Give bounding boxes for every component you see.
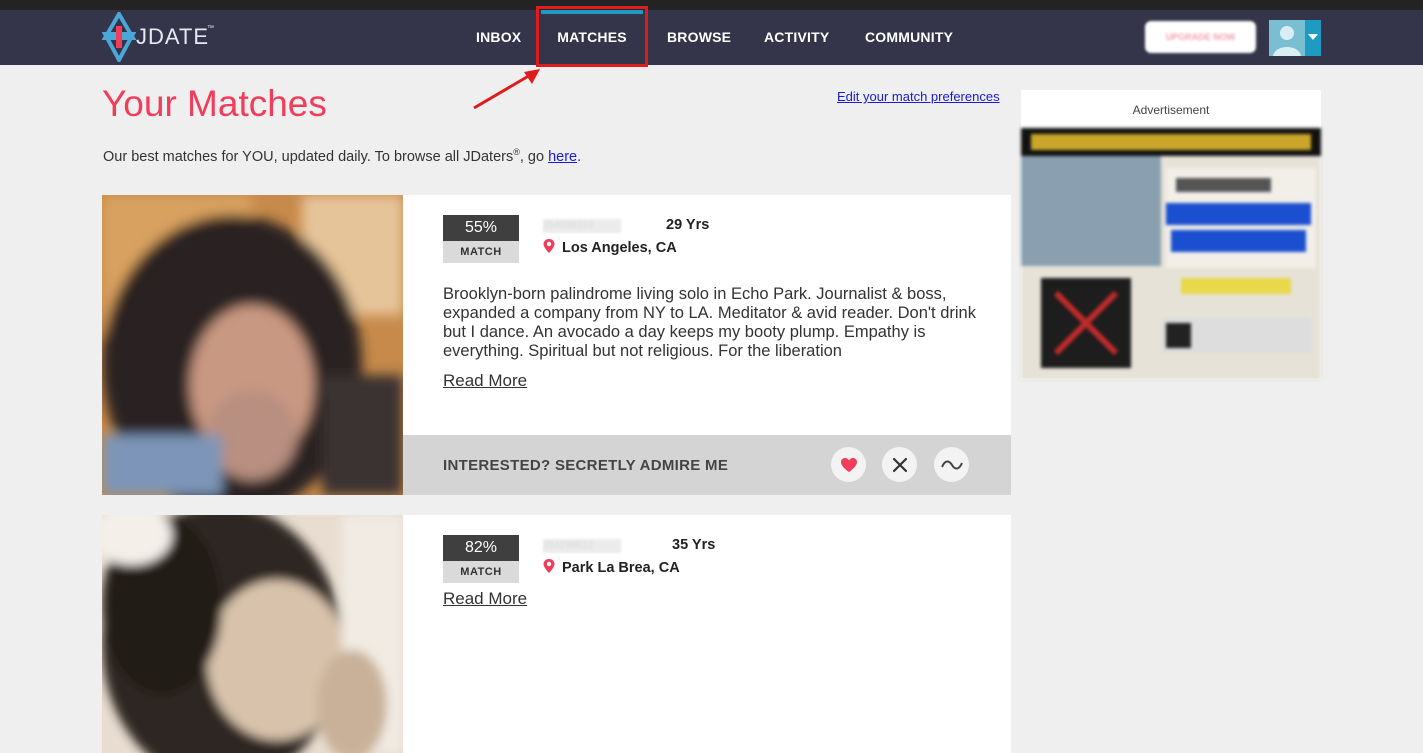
wave-icon (940, 460, 963, 469)
nav-activity[interactable]: ACTIVITY (764, 10, 829, 65)
read-more-link[interactable]: Read More (443, 589, 527, 609)
age: 35 Yrs (672, 537, 716, 553)
username[interactable]: 254299612 (543, 539, 621, 553)
username[interactable]: 254098333 (543, 219, 621, 233)
page-title: Your Matches (102, 83, 327, 124)
nav-inbox[interactable]: INBOX (476, 10, 521, 65)
ad-label: Advertisement (1132, 103, 1210, 117)
avatar[interactable] (1269, 20, 1305, 56)
match-label: MATCH (443, 561, 519, 583)
nav-browse[interactable]: BROWSE (667, 10, 731, 65)
subtitle-text-mid: , go (519, 148, 549, 165)
page-subtitle: Our best matches for YOU, updated daily.… (103, 147, 581, 165)
close-icon (892, 457, 907, 472)
star-of-david-icon (102, 12, 136, 62)
subtitle-text-end: . (577, 148, 582, 165)
jdate-logo[interactable]: JDATE ™ (102, 12, 222, 62)
location-text: Park La Brea, CA (562, 560, 680, 576)
match-badge: 82% MATCH (443, 535, 519, 583)
secret-admire-label[interactable]: INTERESTED? SECRETLY ADMIRE ME (443, 457, 728, 474)
annotation-highlight-box (536, 6, 648, 67)
action-bar: INTERESTED? SECRETLY ADMIRE ME (403, 435, 1011, 495)
match-percentage: 55% (443, 215, 519, 241)
location: Park La Brea, CA (543, 559, 680, 576)
nav-community[interactable]: COMMUNITY (865, 10, 953, 65)
pass-button[interactable] (882, 447, 917, 482)
registered-mark: ® (513, 147, 520, 157)
match-percentage: 82% (443, 535, 519, 561)
subtitle-text: Our best matches for YOU, updated daily.… (103, 148, 514, 165)
location-text: Los Angeles, CA (562, 240, 677, 256)
match-badge: 55% MATCH (443, 215, 519, 263)
browser-top-strip (0, 0, 1423, 10)
location-pin-icon (543, 239, 555, 253)
user-silhouette-icon (1273, 26, 1301, 56)
age: 29 Yrs (666, 217, 710, 233)
flirt-button[interactable] (934, 447, 969, 482)
chevron-down-icon (1308, 34, 1318, 40)
advertisement: Advertisement (1021, 90, 1321, 380)
location: Los Angeles, CA (543, 239, 677, 256)
upgrade-button[interactable]: UPGRADE NOW (1145, 21, 1256, 53)
read-more-link[interactable]: Read More (443, 371, 527, 391)
annotation-arrow (473, 69, 540, 110)
match-card: 82% MATCH 254299612 35 Yrs Park La Brea,… (102, 515, 1011, 753)
profile-bio: Brooklyn-born palindrome living solo in … (443, 285, 976, 360)
like-button[interactable] (831, 447, 866, 482)
edit-preferences-link[interactable]: Edit your match preferences (837, 89, 1000, 104)
match-label: MATCH (443, 241, 519, 263)
account-menu-toggle[interactable] (1305, 20, 1321, 56)
profile-photo[interactable] (102, 515, 403, 753)
logo-trademark: ™ (207, 25, 214, 32)
location-pin-icon (543, 559, 555, 573)
browse-here-link[interactable]: here (548, 149, 577, 165)
ad-banner[interactable] (1021, 128, 1321, 380)
heart-icon (840, 457, 857, 472)
logo-text: JDATE (136, 24, 210, 49)
profile-photo[interactable] (102, 195, 403, 495)
match-card: 55% MATCH 254098333 29 Yrs Los Angeles, … (102, 195, 1011, 495)
